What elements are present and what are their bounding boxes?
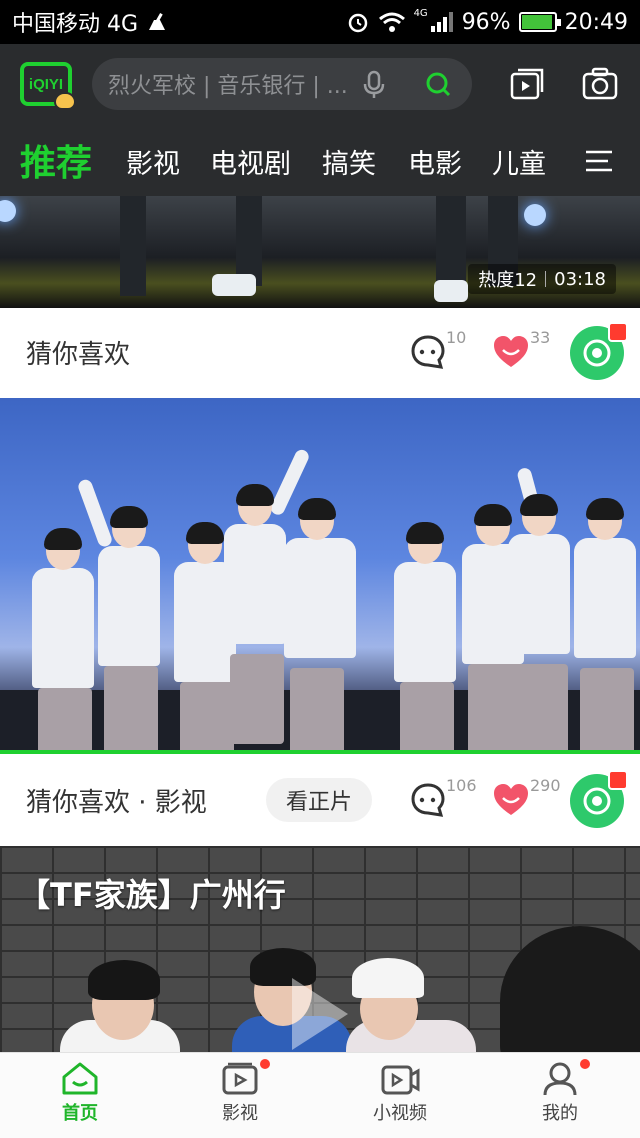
- nav-label: 影视: [222, 1103, 258, 1124]
- profile-icon: [543, 1062, 577, 1096]
- tab-tv-series[interactable]: 电视剧: [210, 142, 291, 181]
- feed-category-label: 猜你喜欢 · 影视: [26, 787, 207, 818]
- notification-dot: [580, 1059, 590, 1069]
- comment-button[interactable]: 10: [410, 328, 470, 374]
- play-icon[interactable]: [292, 978, 348, 1050]
- video-thumbnail-2[interactable]: [0, 398, 640, 754]
- duration-label: 03:18: [554, 268, 606, 290]
- tv-icon: [222, 1062, 258, 1095]
- comment-icon: [411, 783, 445, 817]
- tab-funny[interactable]: 搞笑: [322, 142, 376, 181]
- logo-mascot-icon: [54, 92, 76, 110]
- feed-info-row-2: 猜你喜欢 · 影视 看正片 106 290: [0, 756, 640, 844]
- comment-count: 106: [446, 776, 477, 795]
- feed-info-row-1: 猜你喜欢 10 33: [0, 308, 640, 396]
- video-title: 【TF家族】广州行: [18, 876, 286, 914]
- microphone-icon[interactable]: [362, 70, 386, 100]
- cleaner-icon: [149, 13, 166, 30]
- camera-shutter-icon: [583, 787, 611, 815]
- like-button[interactable]: 33: [492, 328, 552, 374]
- search-icon[interactable]: [424, 70, 452, 98]
- heart-icon: [494, 336, 528, 367]
- iqiyi-logo[interactable]: iQIYI: [20, 62, 76, 110]
- battery-percent: 96%: [461, 9, 511, 35]
- uploader-avatar[interactable]: [570, 770, 628, 828]
- tab-movie[interactable]: 电影: [408, 142, 462, 181]
- search-bar[interactable]: 烈火军校 | 音乐银行 | ...: [92, 58, 472, 110]
- badge-icon: [608, 770, 628, 790]
- nav-profile[interactable]: 我的: [510, 1059, 610, 1137]
- video-progress-bar: [0, 750, 640, 754]
- heat-label: 热度12: [478, 270, 538, 291]
- like-button[interactable]: 290: [492, 776, 561, 822]
- status-bar: 中国移动 4G 4G 96% 20:49: [0, 0, 640, 44]
- network-type-label: 4G: [413, 7, 428, 19]
- video-thumbnail-3[interactable]: 【TF家族】广州行: [0, 846, 640, 1052]
- tab-recommend[interactable]: 推荐: [20, 134, 92, 186]
- home-icon: [62, 1062, 98, 1095]
- nav-label: 我的: [542, 1103, 578, 1124]
- short-video-icon: [381, 1065, 420, 1095]
- alarm-icon: [348, 13, 367, 33]
- search-placeholder: 烈火军校 | 音乐银行 | ...: [108, 74, 348, 99]
- camera-icon[interactable]: [580, 64, 620, 104]
- like-count: 33: [530, 328, 551, 347]
- wifi-icon: [378, 12, 405, 32]
- feed-category-label: 猜你喜欢: [26, 339, 131, 370]
- nav-label: 小视频: [373, 1103, 427, 1124]
- watch-full-button[interactable]: 看正片: [266, 778, 372, 822]
- nav-home[interactable]: 首页: [30, 1061, 130, 1137]
- menu-icon[interactable]: [584, 146, 614, 176]
- video-meta-chip: 热度12 03:18: [468, 264, 616, 294]
- badge-icon: [608, 322, 628, 342]
- uploader-avatar[interactable]: [570, 322, 628, 380]
- nav-film-tv[interactable]: 影视: [190, 1059, 290, 1137]
- video-thumbnail-1[interactable]: 热度12 03:18: [0, 196, 640, 308]
- heart-icon: [494, 784, 528, 815]
- app-header: iQIYI 烈火军校 | 音乐银行 | ... 推荐 影视 电视剧 搞笑 电影 …: [0, 44, 640, 196]
- bottom-navigation: 首页 影视 小视频 我的: [0, 1052, 640, 1138]
- carrier-label: 中国移动 4G: [12, 12, 139, 37]
- like-count: 290: [530, 776, 561, 795]
- comment-count: 10: [446, 328, 467, 347]
- nav-label: 首页: [62, 1103, 98, 1124]
- signal-icon: [430, 12, 453, 32]
- clock: 20:49: [564, 9, 628, 35]
- tab-kids[interactable]: 儿童: [492, 142, 546, 181]
- category-tabs: 推荐 影视 电视剧 搞笑 电影 儿童: [0, 130, 640, 192]
- comment-button[interactable]: 106: [410, 776, 477, 822]
- comment-icon: [411, 335, 445, 369]
- camera-shutter-icon: [583, 339, 611, 367]
- history-icon[interactable]: [508, 64, 548, 104]
- tab-film-tv[interactable]: 影视: [126, 142, 180, 181]
- nav-short-video[interactable]: 小视频: [350, 1061, 450, 1137]
- notification-dot: [260, 1059, 270, 1069]
- battery-icon: [518, 12, 561, 32]
